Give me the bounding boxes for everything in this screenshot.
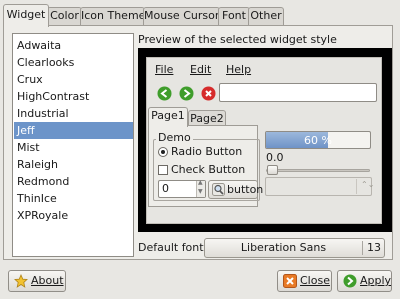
tab-page1[interactable]: Page1 xyxy=(148,107,188,127)
list-item[interactable]: Mist xyxy=(14,139,133,156)
combo-box[interactable]: ⌃⌄ xyxy=(265,177,374,196)
preview-text-entry[interactable] xyxy=(219,83,377,102)
menu-edit-label: Edit xyxy=(190,63,212,76)
tab-font[interactable]: Font xyxy=(218,7,250,26)
radio-button-label: Radio Button xyxy=(171,145,243,158)
close-icon xyxy=(283,274,297,291)
apply-button[interactable]: Apply xyxy=(337,270,392,292)
close-label: Close xyxy=(300,274,330,287)
spin-arrows[interactable]: ▲ ▼ xyxy=(196,179,205,197)
menu-file-label: File xyxy=(155,63,174,76)
search-icon xyxy=(212,183,225,199)
menu-help-label: Help xyxy=(226,63,252,76)
apply-icon xyxy=(343,274,357,291)
list-item[interactable]: Crux xyxy=(14,71,133,88)
chevron-down-icon[interactable]: ⌃⌄ xyxy=(361,180,374,189)
font-separator xyxy=(362,241,363,255)
list-item[interactable]: Clearlooks xyxy=(14,54,133,71)
list-item[interactable]: Raleigh xyxy=(14,156,133,173)
scale-handle[interactable] xyxy=(267,165,278,175)
list-item[interactable]: ThinIce xyxy=(14,190,133,207)
spin-value: 0 xyxy=(162,182,169,195)
progress-bar: 60 % xyxy=(265,131,371,149)
list-item[interactable]: Industrial xyxy=(14,105,133,122)
list-item-selected[interactable]: Jeff xyxy=(14,122,133,139)
about-button[interactable]: About xyxy=(8,270,66,292)
about-icon xyxy=(14,273,28,291)
demo-frame-label: Demo xyxy=(156,131,193,144)
scale-trough[interactable] xyxy=(266,169,370,172)
menu-help[interactable]: Help xyxy=(226,63,251,76)
chevron-up-icon[interactable]: ▲ xyxy=(198,179,203,186)
menu-file[interactable]: File xyxy=(155,63,173,76)
tab-color[interactable]: Color xyxy=(47,7,82,26)
font-name: Liberation Sans xyxy=(240,241,327,254)
preview-heading: Preview of the selected widget style xyxy=(138,33,337,46)
tab-widget[interactable]: Widget xyxy=(3,4,49,27)
apply-label: Apply xyxy=(360,274,392,287)
combo-separator xyxy=(356,179,357,194)
theme-list[interactable]: Adwaita Clearlooks Crux HighContrast Ind… xyxy=(12,33,134,257)
font-size: 13 xyxy=(367,241,381,254)
list-item[interactable]: HighContrast xyxy=(14,88,133,105)
stop-icon[interactable] xyxy=(201,86,216,101)
tab-other[interactable]: Other xyxy=(248,7,284,26)
preview-button[interactable]: button xyxy=(208,180,263,199)
radio-button[interactable] xyxy=(158,147,168,157)
about-label: About xyxy=(31,274,64,287)
tab-icon-theme[interactable]: Icon Theme xyxy=(80,7,145,26)
list-item[interactable]: Redmond xyxy=(14,173,133,190)
check-button[interactable] xyxy=(158,165,168,175)
default-font-label: Default font: xyxy=(138,241,208,254)
font-select-button[interactable]: Liberation Sans 13 xyxy=(204,238,385,258)
scale-value: 0.0 xyxy=(266,151,284,164)
preview-button-label: button xyxy=(227,183,264,196)
check-button-label: Check Button xyxy=(171,163,246,176)
back-arrow-icon[interactable] xyxy=(157,86,172,101)
spin-button[interactable]: 0 ▲ ▼ xyxy=(158,179,206,198)
chevron-down-icon[interactable]: ▼ xyxy=(198,188,203,195)
tab-mouse-cursor[interactable]: Mouse Cursor xyxy=(143,7,220,26)
close-button[interactable]: Close xyxy=(277,270,332,292)
progress-text: 60 % xyxy=(304,134,332,147)
list-item[interactable]: Adwaita xyxy=(14,37,133,54)
menu-edit[interactable]: Edit xyxy=(190,63,211,76)
forward-arrow-icon[interactable] xyxy=(179,86,194,101)
list-item[interactable]: XPRoyale xyxy=(14,207,133,224)
